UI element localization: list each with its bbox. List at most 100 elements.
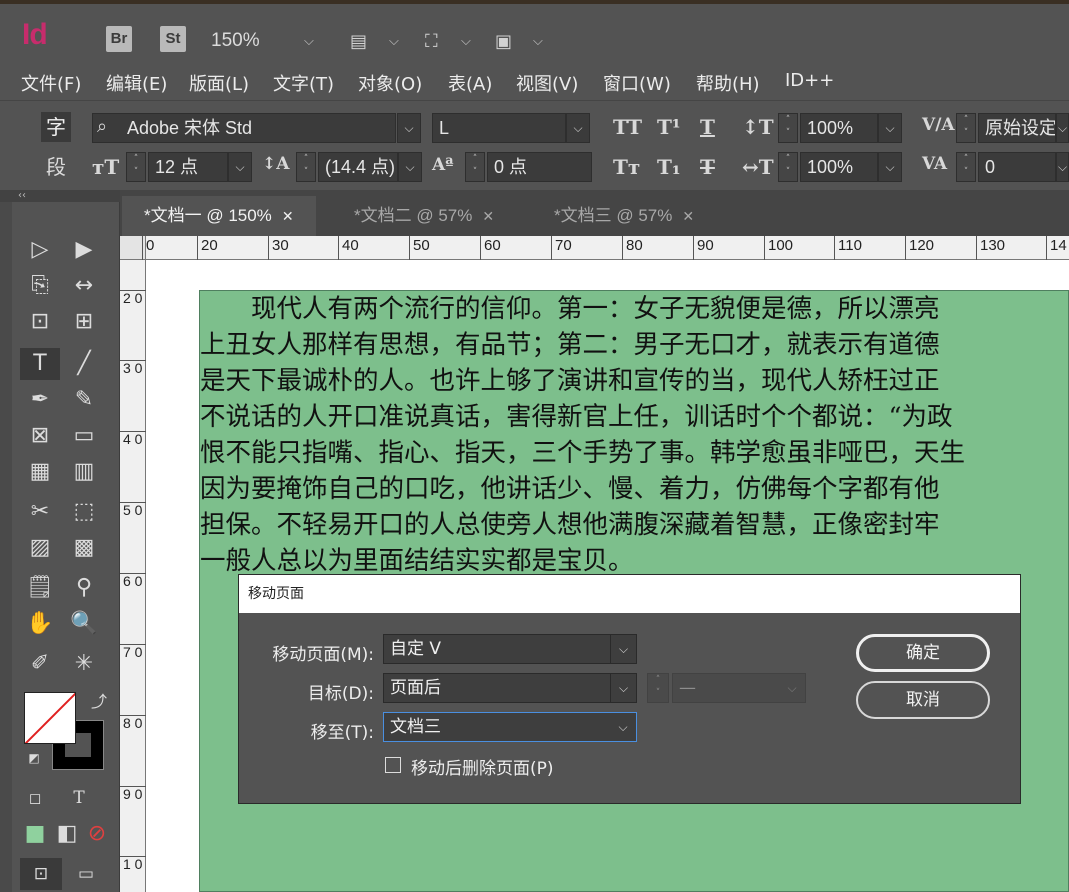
note-tool-icon[interactable]: 🗒 [20,572,60,604]
leading-stepper[interactable]: ˄ ˅ [296,152,316,182]
content-placer-icon[interactable]: ⊞ [64,306,104,338]
fill-swatch[interactable] [24,692,76,744]
character-mode-button[interactable]: 字 [41,112,71,142]
zoom-level[interactable]: 150% [211,30,260,52]
rectangle-frame-tool-icon[interactable]: ⊠ [20,420,60,452]
delete-pages-after-move-checkbox[interactable] [385,757,401,773]
screen-mode-chevron-icon[interactable]: ⌵ [461,34,471,49]
menu-window[interactable]: 窗口(W) [603,70,671,96]
paragraph-mode-button[interactable]: 段 [41,152,71,182]
all-caps-icon[interactable]: TT [613,115,642,139]
zoom-dropdown-icon[interactable]: ⌵ [304,34,314,49]
apply-none-icon[interactable]: ⊘ [82,818,112,850]
horizontal-grid-tool-icon[interactable]: ▦ [20,456,60,488]
move-pages-select[interactable]: 自定 V ⌵ [383,634,637,664]
menu-type[interactable]: 文字(T) [273,70,334,96]
pen-tool-icon[interactable]: ✒ [20,384,60,416]
font-size-stepper[interactable]: ˄ ˅ [126,152,146,182]
vertical-scale-dropdown-icon[interactable]: ⌵ [878,113,902,143]
small-caps-icon[interactable]: Tт [613,155,640,179]
frame-text-body[interactable]: 现代人有两个流行的信仰。第一：女子无貌便是德，所以漂亮 上丑女人那样有思想，有品… [200,291,1068,579]
free-transform-tool-icon[interactable]: ⬚ [64,496,104,528]
menu-view[interactable]: 视图(V) [516,70,578,96]
default-fill-stroke-icon[interactable]: ◩ [24,748,44,768]
color-theme-tool-icon[interactable]: ✐ [20,648,60,680]
cancel-button[interactable]: 取消 [856,681,990,719]
menu-edit[interactable]: 编辑(E) [106,70,167,96]
move-to-select[interactable]: 文档三 ⌵ [383,712,637,742]
apply-color-icon[interactable]: ■ [20,818,50,850]
font-family-field[interactable]: Adobe 宋体 Std [92,113,396,143]
gradient-feather-tool-icon[interactable]: ▩ [64,532,104,564]
screen-mode-tool-icon[interactable]: ▭ [70,858,102,890]
gradient-swatch-tool-icon[interactable]: ▨ [20,532,60,564]
panel-collapse-toggle[interactable]: ‹‹ [0,190,120,202]
leading-field[interactable]: (14.4 点) [318,152,398,182]
menu-table[interactable]: 表(A) [448,70,492,96]
delete-pages-after-move-label[interactable]: 移动后删除页面(P) [411,754,554,779]
tracking-stepper[interactable]: ˄ ˅ [465,152,485,182]
pencil-tool-icon[interactable]: ✎ [64,384,104,416]
ok-button[interactable]: 确定 [856,634,990,672]
sparkle-tool-icon[interactable]: ✳ [64,648,104,680]
tracking-field[interactable]: 0 点 [487,152,592,182]
vertical-scale-stepper[interactable]: ˄ ˅ [778,113,798,143]
tab-document-1[interactable]: *文档一 @ 150% ✕ [122,196,316,236]
baseline-shift-dropdown-icon[interactable]: ⌵ [1056,152,1069,182]
kerning-dropdown-icon[interactable]: ⌵ [1056,113,1069,143]
hand-tool-icon[interactable]: ✋ [20,608,60,640]
bridge-button[interactable]: Br [106,26,132,52]
direct-selection-tool-icon[interactable]: ▶ [64,234,104,266]
strikethrough-icon[interactable]: T [700,155,715,179]
vertical-scale-field[interactable]: 100% [800,113,878,143]
horizontal-scale-field[interactable]: 100% [800,152,878,182]
menu-idplusplus[interactable]: ID++ [785,70,834,91]
close-icon[interactable]: ✕ [682,208,694,224]
menu-help[interactable]: 帮助(H) [696,70,760,96]
content-collector-icon[interactable]: ⊡ [20,306,60,338]
leading-dropdown-icon[interactable]: ⌵ [398,152,422,182]
arrange-documents-icon[interactable]: ▣ [495,31,512,52]
horizontal-scale-stepper[interactable]: ˄ ˅ [778,152,798,182]
page-tool-icon[interactable]: ⎘ [20,270,60,302]
font-size-dropdown-icon[interactable]: ⌵ [228,152,252,182]
view-options-icon[interactable]: ▤ [350,31,367,52]
font-style-field[interactable]: L [432,113,566,143]
superscript-icon[interactable]: T¹ [657,115,681,139]
arrange-documents-chevron-icon[interactable]: ⌵ [533,34,543,49]
rectangle-tool-icon[interactable]: ▭ [64,420,104,452]
swap-fill-stroke-icon[interactable]: ⤴ [84,686,114,718]
scissors-tool-icon[interactable]: ✂ [20,496,60,528]
formatting-container-icon[interactable]: ◻ [20,782,50,814]
normal-view-icon[interactable]: ⊡ [20,858,62,890]
chevron-down-icon[interactable]: ⌵ [610,713,636,741]
menu-object[interactable]: 对象(O) [358,70,422,96]
selection-tool-icon[interactable]: ▷ [20,234,60,266]
horizontal-scale-dropdown-icon[interactable]: ⌵ [878,152,902,182]
stock-button[interactable]: St [160,26,186,52]
baseline-shift-stepper[interactable]: ˄ ˅ [956,152,976,182]
screen-mode-icon[interactable]: ⛶ [425,31,438,52]
apply-gradient-icon[interactable]: ◧ [52,818,82,850]
vertical-grid-tool-icon[interactable]: ▥ [64,456,104,488]
view-options-chevron-icon[interactable]: ⌵ [389,34,399,49]
menu-layout[interactable]: 版面(L) [189,70,249,96]
formatting-text-icon[interactable]: T [64,782,94,814]
font-size-field[interactable]: 12 点 [148,152,228,182]
menu-file[interactable]: 文件(F) [21,70,81,96]
tab-document-2[interactable]: *文档二 @ 57% ✕ [332,196,516,236]
kerning-stepper[interactable]: ˄ ˅ [956,113,976,143]
font-style-dropdown-icon[interactable]: ⌵ [566,113,590,143]
baseline-shift-field[interactable]: 0 [978,152,1056,182]
eyedropper-tool-icon[interactable]: ⚲ [64,572,104,604]
kerning-field[interactable]: 原始设定 [978,113,1056,143]
gap-tool-icon[interactable]: ↔ [64,270,104,302]
subscript-icon[interactable]: T₁ [657,155,681,179]
close-icon[interactable]: ✕ [482,208,494,224]
chevron-down-icon[interactable]: ⌵ [610,674,636,702]
line-tool-icon[interactable]: ╱ [64,348,104,380]
underline-icon[interactable]: T [700,115,715,139]
zoom-tool-icon[interactable]: 🔍 [64,608,104,640]
chevron-down-icon[interactable]: ⌵ [610,635,636,663]
type-tool-icon[interactable]: T [20,348,60,380]
